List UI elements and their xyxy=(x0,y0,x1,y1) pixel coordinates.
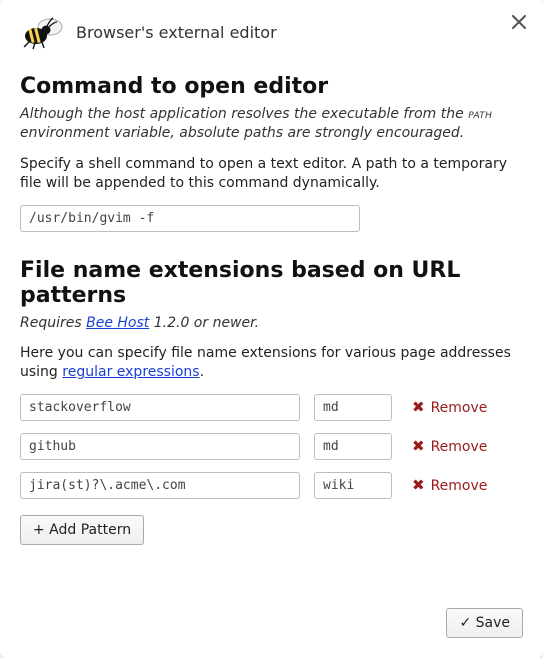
pattern-input[interactable] xyxy=(20,433,300,460)
desc-post: . xyxy=(200,364,204,380)
requires-post: 1.2.0 or newer. xyxy=(149,315,259,331)
remove-x-icon: ✖ xyxy=(412,439,425,454)
regex-link[interactable]: regular expressions xyxy=(62,364,199,380)
add-pattern-button[interactable]: + Add Pattern xyxy=(20,515,144,545)
pattern-row: ✖ Remove xyxy=(20,472,523,499)
extension-input[interactable] xyxy=(314,394,392,421)
extension-input[interactable] xyxy=(314,433,392,460)
settings-dialog: Browser's external editor Command to ope… xyxy=(0,0,543,658)
pattern-input[interactable] xyxy=(20,472,300,499)
close-icon xyxy=(512,15,526,29)
pattern-row: ✖ Remove xyxy=(20,433,523,460)
note-text-post: environment variable, absolute paths are… xyxy=(20,125,464,141)
title-bar: Browser's external editor xyxy=(20,14,523,50)
window-title: Browser's external editor xyxy=(76,23,277,42)
patterns-desc: Here you can specify file name extension… xyxy=(20,344,523,382)
requires-pre: Requires xyxy=(20,315,86,331)
remove-x-icon: ✖ xyxy=(412,400,425,415)
requires-note: Requires Bee Host 1.2.0 or newer. xyxy=(20,314,523,333)
bee-host-link[interactable]: Bee Host xyxy=(86,315,149,331)
remove-x-icon: ✖ xyxy=(412,478,425,493)
remove-label: Remove xyxy=(431,478,488,494)
command-desc: Specify a shell command to open a text e… xyxy=(20,155,523,193)
close-button[interactable] xyxy=(509,12,529,32)
pattern-row: ✖ Remove xyxy=(20,394,523,421)
footer-actions: ✓ Save xyxy=(446,608,523,638)
editor-command-input[interactable] xyxy=(20,205,360,232)
remove-button[interactable]: ✖ Remove xyxy=(412,400,487,416)
extension-input[interactable] xyxy=(314,472,392,499)
pattern-input[interactable] xyxy=(20,394,300,421)
patterns-list: ✖ Remove ✖ Remove ✖ Remove xyxy=(20,394,523,499)
remove-button[interactable]: ✖ Remove xyxy=(412,478,487,494)
command-note: Although the host application resolves t… xyxy=(20,105,523,143)
command-heading: Command to open editor xyxy=(20,74,523,99)
bee-icon xyxy=(20,14,64,50)
patterns-heading: File name extensions based on URL patter… xyxy=(20,258,523,308)
remove-label: Remove xyxy=(431,439,488,455)
note-text-pre: Although the host application resolves t… xyxy=(20,106,468,122)
remove-label: Remove xyxy=(431,400,488,416)
note-path-code: path xyxy=(468,107,492,122)
remove-button[interactable]: ✖ Remove xyxy=(412,439,487,455)
save-button[interactable]: ✓ Save xyxy=(446,608,523,638)
